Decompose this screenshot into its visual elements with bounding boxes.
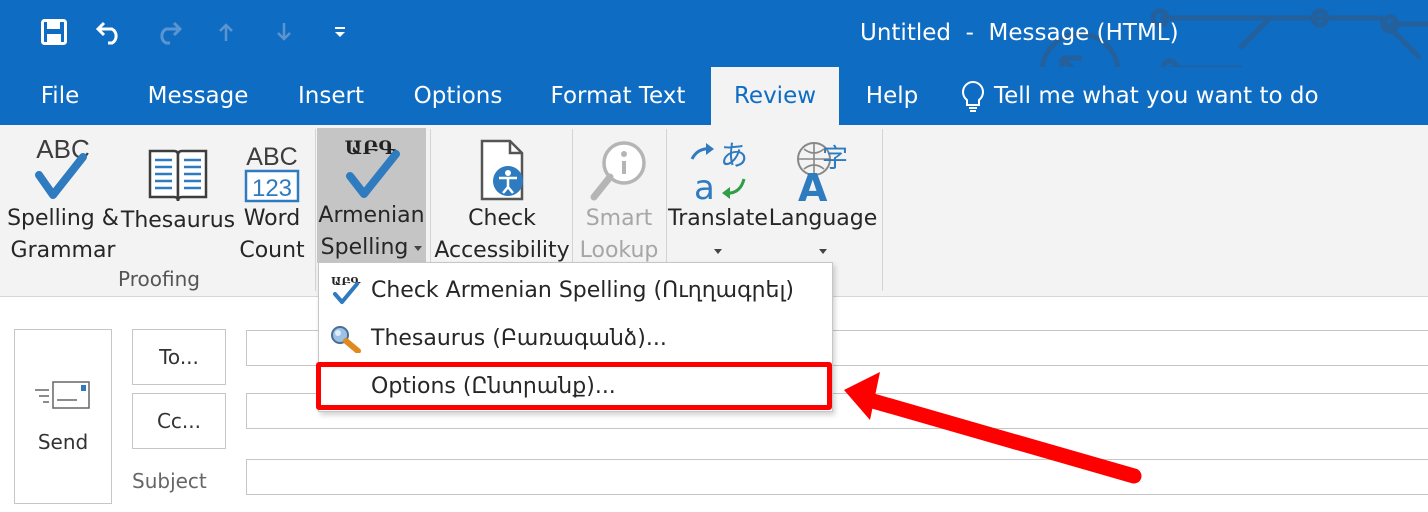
group-separator [315,129,316,291]
armenian-spelling-button[interactable]: ԱԲԳ Armenian Spelling [317,128,426,263]
word-count-icon: ABC 123 [242,131,302,203]
up-arrow-icon [219,23,233,41]
tab-format-text[interactable]: Format Text [542,67,694,125]
undo-button[interactable] [92,14,128,50]
send-label: Send [37,430,89,454]
tab-message[interactable]: Message [136,67,260,125]
smart-lookup-button[interactable]: Smart Lookup [574,127,664,267]
svg-text:ԱԲԳ: ԱԲԳ [344,137,396,159]
tab-help[interactable]: Help [852,67,932,125]
send-envelope-icon [35,381,90,409]
subject-label: Subject [132,469,207,493]
lightbulb-icon [962,80,984,112]
customize-qat-button[interactable] [322,14,358,50]
translate-label: Translate [668,206,768,231]
svg-text:123: 123 [252,175,292,202]
word-count-label-line2: Count [239,238,305,263]
language-icon: 字 A [792,131,854,203]
armenian-spelling-icon: ԱԲԳ [340,132,404,200]
svg-text:あ: あ [720,139,748,172]
thesaurus-button[interactable]: Thesaurus [120,127,236,267]
save-button[interactable] [36,14,72,50]
customize-qat-icon [335,27,345,37]
armenian-spelling-label-line1: Armenian [318,203,425,228]
proofing-group-label: Proofing [118,267,200,291]
redo-icon [160,21,182,45]
thesaurus-label: Thesaurus [120,208,236,233]
translate-button[interactable]: あ a Translate [668,127,768,267]
svg-text:A: A [798,166,828,203]
tab-review[interactable]: Review [711,67,839,125]
word-count-button[interactable]: ABC 123 Word Count [234,127,310,267]
check-accessibility-button[interactable]: Check Accessibility [434,127,570,267]
tab-options[interactable]: Options [404,67,512,125]
accessibility-icon [472,131,532,203]
tab-insert[interactable]: Insert [288,67,374,125]
smart-lookup-label-line1: Smart [585,206,653,231]
annotation-highlight-box [316,362,832,410]
subject-field[interactable] [246,459,1428,495]
window-title: Untitled - Message (HTML) [860,20,1179,46]
menu-item-check-armenian-spelling[interactable]: ԱԲԳ Check Armenian Spelling (Ուղղագրել) [319,266,832,314]
menu-item-label: Check Armenian Spelling (Ուղղագրել) [371,277,795,303]
chevron-down-icon [714,248,722,254]
move-down-button[interactable] [266,14,302,50]
tab-file[interactable]: File [22,67,98,125]
spelling-grammar-button[interactable]: ABC Spelling & Grammar [4,127,122,267]
undo-icon [96,21,118,45]
redo-button[interactable] [150,14,186,50]
ribbon-tabs: File Message Insert Options Format Text … [0,67,1428,125]
word-count-label-line1: Word [243,206,301,231]
move-up-button[interactable] [208,14,244,50]
menu-item-label: Thesaurus (Բառագանձ)... [371,325,667,351]
title-bar: Untitled - Message (HTML) [0,0,1428,67]
thesaurus-magnifier-icon [319,323,371,353]
down-arrow-icon [277,23,291,41]
armenian-spelling-label-line2: Spelling [321,232,423,264]
group-separator [882,129,883,291]
to-button[interactable]: To... [132,329,226,385]
tell-me-box[interactable]: Tell me what you want to do [958,67,1319,125]
chevron-down-icon [414,245,423,251]
send-button[interactable]: Send [14,329,112,504]
save-icon [41,19,67,45]
smart-lookup-icon [588,131,650,203]
svg-text:a: a [694,168,715,203]
menu-item-thesaurus[interactable]: Thesaurus (Բառագանձ)... [319,314,832,362]
armenian-check-icon: ԱԲԳ [319,274,371,306]
translate-icon: あ a [688,131,748,203]
cc-button[interactable]: Cc... [132,393,226,449]
svg-text:ABC: ABC [246,143,297,171]
spelling-grammar-label-line2: Grammar [10,238,116,263]
language-label: Language [768,206,878,231]
spelling-check-icon: ABC [31,131,95,203]
language-button[interactable]: 字 A Language [768,127,878,267]
spelling-grammar-label-line1: Spelling & [7,206,119,231]
check-accessibility-label-line1: Check [468,206,536,231]
tell-me-label: Tell me what you want to do [994,83,1319,109]
chevron-down-icon [819,248,827,254]
book-icon [146,131,210,205]
